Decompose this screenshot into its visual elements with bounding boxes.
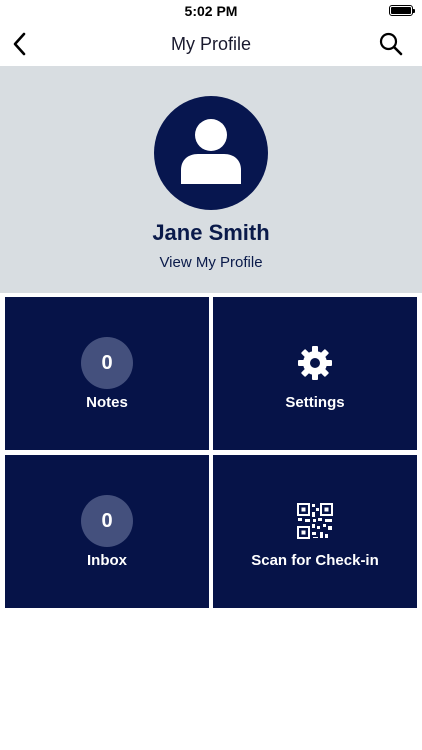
- avatar[interactable]: [154, 96, 268, 210]
- profile-header: Jane Smith View My Profile: [0, 66, 422, 293]
- search-button[interactable]: [378, 31, 404, 57]
- search-icon: [379, 32, 403, 56]
- notes-label: Notes: [86, 394, 128, 411]
- notes-tile[interactable]: 0 Notes: [5, 297, 209, 450]
- qr-code-icon: [297, 503, 333, 539]
- scan-tile[interactable]: Scan for Check-in: [213, 455, 417, 608]
- settings-tile[interactable]: Settings: [213, 297, 417, 450]
- inbox-count-badge: 0: [81, 495, 133, 547]
- settings-label: Settings: [285, 394, 345, 411]
- inbox-label: Inbox: [87, 552, 127, 569]
- profile-name: Jane Smith: [152, 220, 270, 245]
- nav-bar: My Profile: [0, 22, 422, 66]
- notes-count-badge: 0: [81, 337, 133, 389]
- status-time: 5:02 PM: [184, 3, 238, 19]
- user-icon: [181, 119, 241, 184]
- inbox-tile[interactable]: 0 Inbox: [5, 455, 209, 608]
- page-title: My Profile: [170, 34, 251, 54]
- status-bar: 5:02 PM: [0, 0, 422, 22]
- view-profile-link[interactable]: View My Profile: [0, 254, 422, 271]
- battery-icon: [389, 5, 415, 16]
- gear-icon: [298, 346, 332, 380]
- scan-label: Scan for Check-in: [251, 552, 379, 569]
